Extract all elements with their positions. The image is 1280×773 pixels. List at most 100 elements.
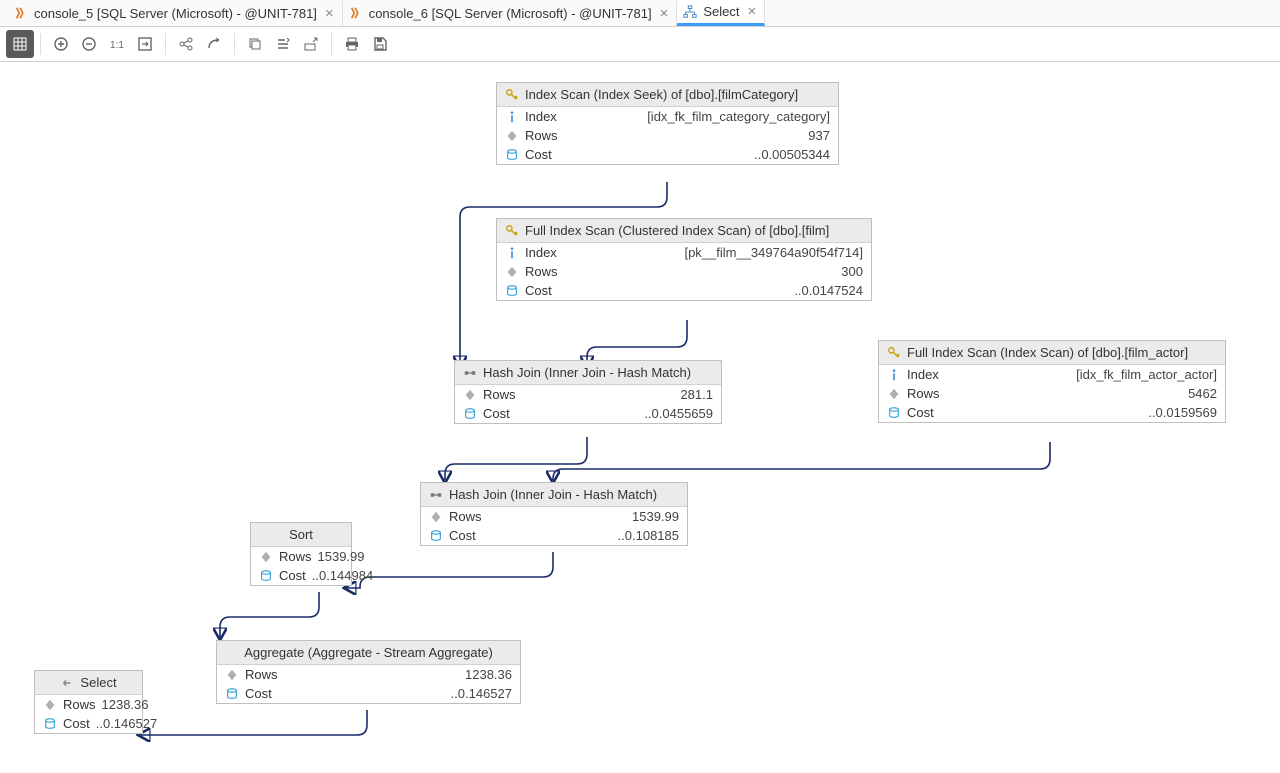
copy-icon[interactable]: [241, 30, 269, 58]
zoom-out-icon[interactable]: [75, 30, 103, 58]
label: Cost: [279, 568, 306, 583]
diamond-icon: [463, 388, 477, 402]
arrow-left-icon: [60, 676, 74, 690]
cost-value: ..0.0147524: [558, 283, 863, 298]
export-icon[interactable]: [297, 30, 325, 58]
tab-console-5[interactable]: console_5 [SQL Server (Microsoft) - @UNI…: [8, 1, 343, 26]
close-icon[interactable]: ×: [746, 4, 759, 19]
plan-tree-icon: [683, 5, 697, 19]
node-title: Aggregate (Aggregate - Stream Aggregate): [244, 645, 493, 660]
label: Rows: [245, 667, 278, 682]
share-icon[interactable]: [172, 30, 200, 58]
label: Index: [907, 367, 939, 382]
rows-value: 937: [564, 128, 830, 143]
plan-node-hash-join-1[interactable]: Hash Join (Inner Join - Hash Match) Rows…: [454, 360, 722, 424]
info-icon: [505, 246, 519, 260]
zoom-in-icon[interactable]: [47, 30, 75, 58]
diamond-icon: [429, 510, 443, 524]
rows-value: 1539.99: [488, 509, 679, 524]
separator: [331, 33, 332, 55]
rows-value: 5462: [946, 386, 1217, 401]
node-title: Full Index Scan (Index Scan) of [dbo].[f…: [907, 345, 1188, 360]
plan-node-sort[interactable]: Sort Rows1539.99 Cost..0.144984: [250, 522, 352, 586]
list-icon[interactable]: [269, 30, 297, 58]
label: Cost: [483, 406, 510, 421]
plan-node-aggregate[interactable]: Aggregate (Aggregate - Stream Aggregate)…: [216, 640, 521, 704]
close-icon[interactable]: ×: [658, 6, 671, 21]
cost-value: ..0.0159569: [940, 405, 1217, 420]
label: Cost: [245, 686, 272, 701]
label: Rows: [279, 549, 312, 564]
separator: [165, 33, 166, 55]
label: Index: [525, 245, 557, 260]
node-title: Sort: [289, 527, 313, 542]
node-title: Select: [80, 675, 116, 690]
print-icon[interactable]: [338, 30, 366, 58]
key-icon: [887, 346, 901, 360]
toolbar: 1:1: [0, 27, 1280, 62]
close-icon[interactable]: ×: [323, 6, 336, 21]
plan-node-full-index-scan-film[interactable]: Full Index Scan (Clustered Index Scan) o…: [496, 218, 872, 301]
db-console-icon: [14, 6, 28, 20]
label: Cost: [907, 405, 934, 420]
index-name: [idx_fk_film_actor_actor]: [945, 367, 1217, 382]
tab-select[interactable]: Select ×: [677, 0, 765, 26]
tab-label: Select: [703, 4, 739, 19]
rows-value: 281.1: [522, 387, 713, 402]
node-title: Hash Join (Inner Join - Hash Match): [483, 365, 691, 380]
cost-value: ..0.146527: [278, 686, 512, 701]
plan-node-full-index-scan-filmactor[interactable]: Full Index Scan (Index Scan) of [dbo].[f…: [878, 340, 1226, 423]
index-name: [idx_fk_film_category_category]: [563, 109, 830, 124]
label: Rows: [907, 386, 940, 401]
label: Cost: [63, 716, 90, 731]
svg-text:1:1: 1:1: [110, 40, 124, 51]
diamond-icon: [225, 668, 239, 682]
label: Rows: [525, 264, 558, 279]
tab-label: console_5 [SQL Server (Microsoft) - @UNI…: [34, 6, 317, 21]
tab-label: console_6 [SQL Server (Microsoft) - @UNI…: [369, 6, 652, 21]
tab-console-6[interactable]: console_6 [SQL Server (Microsoft) - @UNI…: [343, 1, 678, 26]
index-name: [pk__film__349764a90f54f714]: [563, 245, 863, 260]
route-icon[interactable]: [200, 30, 228, 58]
label: Rows: [525, 128, 558, 143]
cost-icon: [505, 284, 519, 298]
diamond-icon: [259, 550, 273, 564]
label: Cost: [449, 528, 476, 543]
label: Rows: [63, 697, 96, 712]
rows-value: 1238.36: [284, 667, 512, 682]
cost-icon: [463, 407, 477, 421]
cost-icon: [429, 529, 443, 543]
node-title: Hash Join (Inner Join - Hash Match): [449, 487, 657, 502]
plan-node-index-scan-filmcategory[interactable]: Index Scan (Index Seek) of [dbo].[filmCa…: [496, 82, 839, 165]
cost-value: ..0.00505344: [558, 147, 830, 162]
diamond-icon: [505, 129, 519, 143]
rows-value: 300: [564, 264, 863, 279]
rows-value: 1238.36: [102, 697, 149, 712]
node-title: Index Scan (Index Seek) of [dbo].[filmCa…: [525, 87, 798, 102]
cost-value: ..0.144984: [312, 568, 373, 583]
label: Index: [525, 109, 557, 124]
db-console-icon: [349, 6, 363, 20]
plan-node-select[interactable]: Select Rows1238.36 Cost..0.146527: [34, 670, 143, 734]
separator: [40, 33, 41, 55]
rows-value: 1539.99: [318, 549, 365, 564]
cost-icon: [887, 406, 901, 420]
label: Cost: [525, 147, 552, 162]
label: Rows: [483, 387, 516, 402]
cost-icon: [225, 687, 239, 701]
cost-icon: [259, 569, 273, 583]
execution-plan-canvas[interactable]: Index Scan (Index Seek) of [dbo].[filmCa…: [0, 62, 1280, 773]
cost-icon: [505, 148, 519, 162]
plan-node-hash-join-2[interactable]: Hash Join (Inner Join - Hash Match) Rows…: [420, 482, 688, 546]
actual-size-icon[interactable]: 1:1: [103, 30, 131, 58]
diamond-icon: [505, 265, 519, 279]
grid-icon[interactable]: [6, 30, 34, 58]
save-icon[interactable]: [366, 30, 394, 58]
fit-content-icon[interactable]: [131, 30, 159, 58]
join-icon: [463, 366, 477, 380]
diamond-icon: [887, 387, 901, 401]
diamond-icon: [43, 698, 57, 712]
key-icon: [505, 224, 519, 238]
separator: [234, 33, 235, 55]
cost-value: ..0.146527: [96, 716, 157, 731]
